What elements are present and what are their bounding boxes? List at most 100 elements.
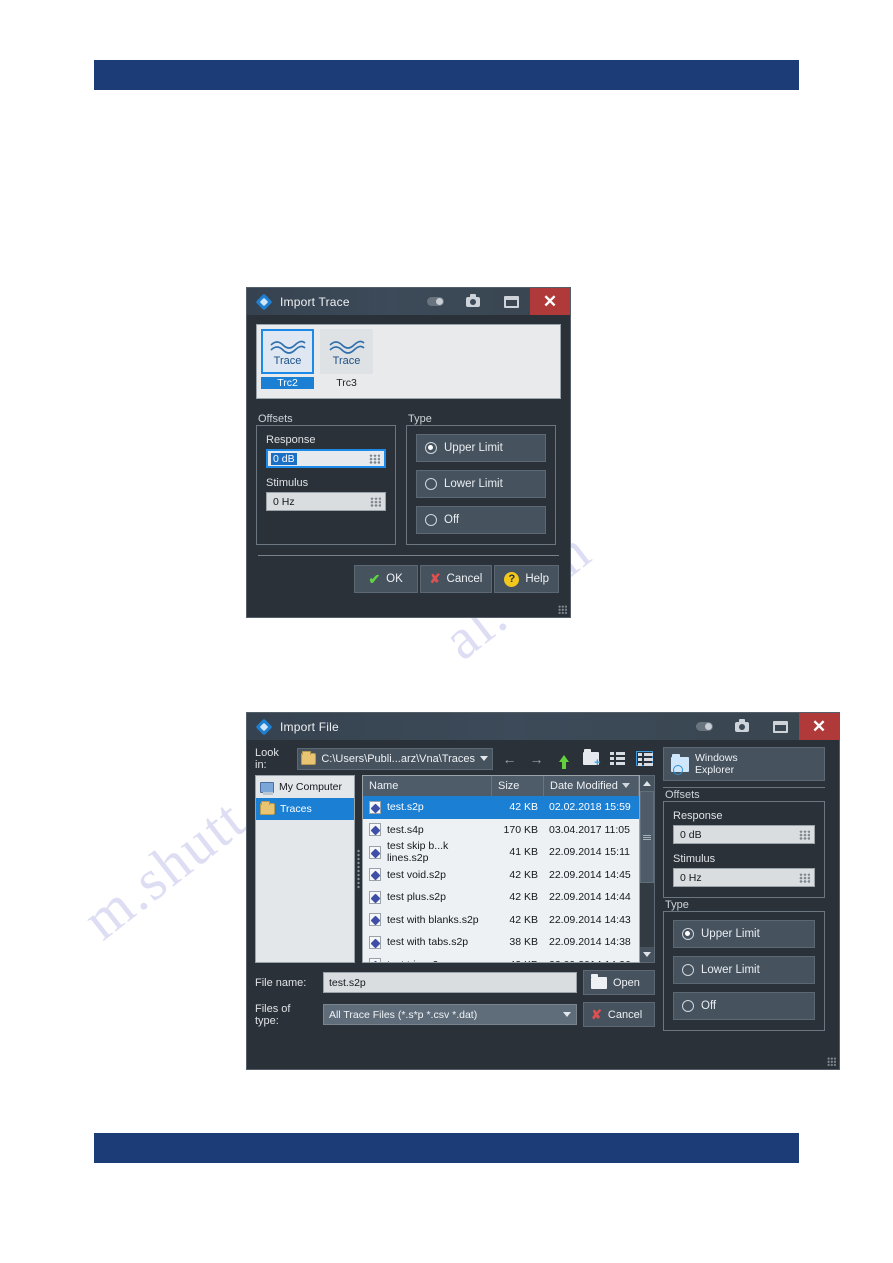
cancel-button[interactable]: ✘ Cancel (419, 565, 493, 593)
file-row-date: 22.09.2014 14:38 (549, 936, 631, 949)
import-trace-titlebar-buttons: ✕ (416, 288, 570, 315)
trace-selection-strip: Trace Trc2 Trace Trc3 (256, 324, 561, 399)
list-view-button[interactable] (607, 748, 628, 769)
radio-lower-limit[interactable]: Lower Limit (416, 470, 546, 498)
resize-grip-icon[interactable] (827, 1057, 836, 1066)
import-file-titlebar-buttons: ✕ (685, 713, 839, 740)
restore-icon[interactable] (761, 713, 799, 740)
sort-descending-icon (622, 783, 630, 788)
tree-item-my-computer[interactable]: My Computer (256, 776, 354, 798)
file-row-name: test.s2p (363, 800, 492, 814)
camera-icon[interactable] (723, 713, 761, 740)
trace-tile-name-trc3: Trc3 (336, 377, 357, 389)
file-list-scrollbar[interactable] (640, 775, 655, 963)
forward-button[interactable]: → (526, 748, 547, 769)
stimulus-value: 0 Hz (680, 871, 702, 884)
response-stepper-grip-icon[interactable] (369, 453, 380, 464)
file-row[interactable]: test void.s2p 42 KB 22.09.2014 14:45 (363, 864, 639, 887)
help-button-label: Help (525, 573, 549, 585)
file-row[interactable]: test.s4p 170 KB 03.04.2017 11:05 (363, 819, 639, 842)
camera-icon[interactable] (454, 288, 492, 315)
cancel-button[interactable]: ✘ Cancel (583, 1002, 655, 1027)
radio-lower-limit[interactable]: Lower Limit (673, 956, 815, 984)
back-button[interactable]: ← (499, 748, 520, 769)
file-row-name: test with tabs.s2p (363, 935, 492, 949)
folder-tree-pane: My Computer Traces (255, 775, 355, 963)
touchstone-file-icon (369, 800, 381, 814)
scroll-down-button[interactable] (640, 947, 654, 962)
file-row[interactable]: test trim.s2p 42 KB22.09.2014 14:36 (363, 954, 639, 962)
radio-off[interactable]: Off (673, 992, 815, 1020)
document-page: m.shutt al.com Import Trace ✕ (0, 0, 893, 1263)
stimulus-stepper-grip-icon[interactable] (370, 496, 381, 507)
pane-splitter[interactable] (355, 775, 362, 963)
import-trace-title: Import Trace (280, 294, 350, 309)
toggle-icon[interactable] (685, 713, 723, 740)
trace-tile-name-trc2: Trc2 (261, 377, 314, 389)
resize-grip-icon[interactable] (558, 605, 567, 614)
ok-button[interactable]: ✔ OK (353, 565, 418, 593)
chevron-down-icon[interactable] (480, 756, 488, 761)
radio-upper-limit[interactable]: Upper Limit (673, 920, 815, 948)
lookin-combobox[interactable]: C:\Users\Publi...arz\Vna\Traces (297, 747, 493, 770)
open-button[interactable]: Open (583, 970, 655, 995)
trace-tile-trc2[interactable]: Trace Trc2 (261, 329, 314, 393)
tree-item-traces[interactable]: Traces (256, 798, 354, 820)
close-icon[interactable]: ✕ (799, 713, 839, 740)
import-trace-titlebar[interactable]: Import Trace ✕ (247, 288, 570, 315)
offsets-group-box: Response 0 dB Stimulus 0 Hz (663, 801, 825, 898)
file-row-name: test trim.s2p (363, 958, 492, 962)
trace-glyph-trc2: Trace (261, 329, 314, 374)
radio-off-label: Off (701, 1000, 717, 1012)
file-row[interactable]: test plus.s2p 42 KB 22.09.2014 14:44 (363, 886, 639, 909)
arrow-down-icon (643, 952, 651, 957)
stimulus-input[interactable]: 0 Hz (673, 868, 815, 887)
rohde-schwarz-logo-icon (255, 293, 273, 311)
file-row-size: 170 KB (503, 823, 538, 836)
scroll-thumb[interactable] (640, 791, 654, 883)
file-row-size: 42 KB (509, 891, 538, 904)
file-row[interactable]: test with tabs.s2p 38 KB 22.09.2014 14:38 (363, 931, 639, 954)
up-one-level-button[interactable] (553, 748, 574, 769)
column-header-name[interactable]: Name (363, 776, 492, 796)
file-row[interactable]: test with blanks.s2p 42 KB 22.09.2014 14:4… (363, 909, 639, 932)
radio-upper-limit-label: Upper Limit (701, 928, 760, 940)
type-group-label: Type (665, 899, 689, 911)
stimulus-input[interactable]: 0 Hz (266, 492, 386, 511)
file-row[interactable]: test.s2p 42 KB 02.02.2018 15:59 (363, 796, 639, 819)
help-button[interactable]: ? Help (494, 565, 559, 593)
scroll-track[interactable] (640, 791, 654, 947)
import-trace-button-bar: ✔ OK ✘ Cancel ? Help (258, 555, 559, 593)
file-list-header: Name Size Date Modified (363, 776, 639, 796)
windows-explorer-icon (671, 753, 689, 775)
radio-off[interactable]: Off (416, 506, 546, 534)
response-input[interactable]: 0 dB (266, 449, 386, 468)
response-value: 0 dB (271, 452, 297, 465)
detail-view-button[interactable] (634, 748, 655, 769)
new-folder-button[interactable] (580, 748, 601, 769)
response-input[interactable]: 0 dB (673, 825, 815, 844)
scroll-up-button[interactable] (640, 776, 654, 791)
radio-upper-limit[interactable]: Upper Limit (416, 434, 546, 462)
column-header-date-modified[interactable]: Date Modified (544, 776, 639, 796)
chevron-down-icon[interactable] (563, 1012, 571, 1017)
import-file-titlebar[interactable]: Import File ✕ (247, 713, 839, 740)
file-row[interactable]: test skip b...k lines.s2p 41 KB 22.09.2014… (363, 840, 639, 864)
file-list-pane: Name Size Date Modified test.s2p 42 KB 02.… (362, 775, 640, 963)
trace-tile-trc3[interactable]: Trace Trc3 (320, 329, 373, 393)
files-of-type-row: Files of type: All Trace Files (*.s*p *.… (255, 1002, 655, 1027)
response-stepper-grip-icon[interactable] (799, 829, 810, 840)
files-of-type-combobox[interactable]: All Trace Files (*.s*p *.csv *.dat) (323, 1004, 577, 1025)
options-separator (663, 787, 825, 788)
restore-icon[interactable] (492, 288, 530, 315)
file-name-input[interactable]: test.s2p (323, 972, 577, 993)
radio-icon (425, 478, 437, 490)
stimulus-stepper-grip-icon[interactable] (799, 872, 810, 883)
import-trace-body: Trace Trc2 Trace Trc3 Offsets Response 0… (247, 315, 570, 602)
close-icon[interactable]: ✕ (530, 288, 570, 315)
file-name-row: File name: test.s2p Open (255, 970, 655, 995)
toggle-icon[interactable] (416, 288, 454, 315)
column-header-size[interactable]: Size (492, 776, 544, 796)
file-browser-pane: Look in: C:\Users\Publi...arz\Vna\Traces… (255, 747, 655, 1031)
windows-explorer-button[interactable]: Windows Explorer (663, 747, 825, 781)
